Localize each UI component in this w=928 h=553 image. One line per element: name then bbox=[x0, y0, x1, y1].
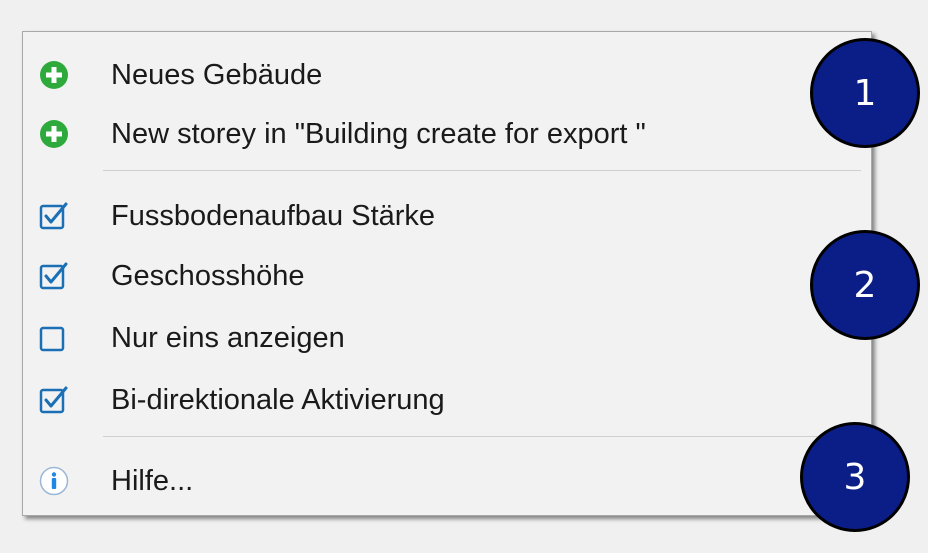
menu-item-hilfe[interactable]: Hilfe... bbox=[23, 452, 871, 510]
menu-item-label: Geschosshöhe bbox=[111, 259, 305, 292]
menu-item-fussbodenaufbau[interactable]: Fussbodenaufbau Stärke bbox=[23, 187, 871, 245]
menu-separator bbox=[103, 170, 861, 171]
add-icon bbox=[40, 61, 68, 89]
menu-item-label: Neues Gebäude bbox=[111, 58, 323, 91]
checkbox-checked-icon bbox=[39, 202, 68, 230]
checkbox-checked-icon bbox=[39, 262, 68, 290]
menu-item-label: Nur eins anzeigen bbox=[111, 321, 345, 354]
context-menu: Neues Gebäude New storey in "Building cr… bbox=[22, 31, 872, 516]
menu-item-geschosshoehe[interactable]: Geschosshöhe bbox=[23, 247, 871, 305]
add-icon bbox=[40, 120, 68, 148]
menu-item-label: Hilfe... bbox=[111, 464, 194, 497]
menu-item-new-building[interactable]: Neues Gebäude bbox=[23, 46, 871, 104]
menu-item-label: Fussbodenaufbau Stärke bbox=[111, 199, 436, 232]
menu-separator bbox=[103, 436, 861, 437]
menu-item-bi-direktionale-aktivierung[interactable]: Bi-direktionale Aktivierung bbox=[23, 371, 871, 429]
menu-item-label: Bi-direktionale Aktivierung bbox=[111, 383, 445, 416]
checkbox-checked-icon bbox=[39, 386, 68, 414]
checkbox-unchecked-icon bbox=[39, 326, 65, 352]
callout-badge-1: 1 bbox=[810, 38, 920, 148]
info-icon bbox=[39, 466, 69, 496]
menu-item-nur-eins-anzeigen[interactable]: Nur eins anzeigen bbox=[23, 309, 871, 367]
menu-item-new-storey[interactable]: New storey in "Building create for expor… bbox=[23, 105, 871, 163]
menu-item-label: New storey in "Building create for expor… bbox=[111, 117, 646, 150]
callout-badge-2: 2 bbox=[810, 230, 920, 340]
callout-badge-3: 3 bbox=[800, 422, 910, 532]
